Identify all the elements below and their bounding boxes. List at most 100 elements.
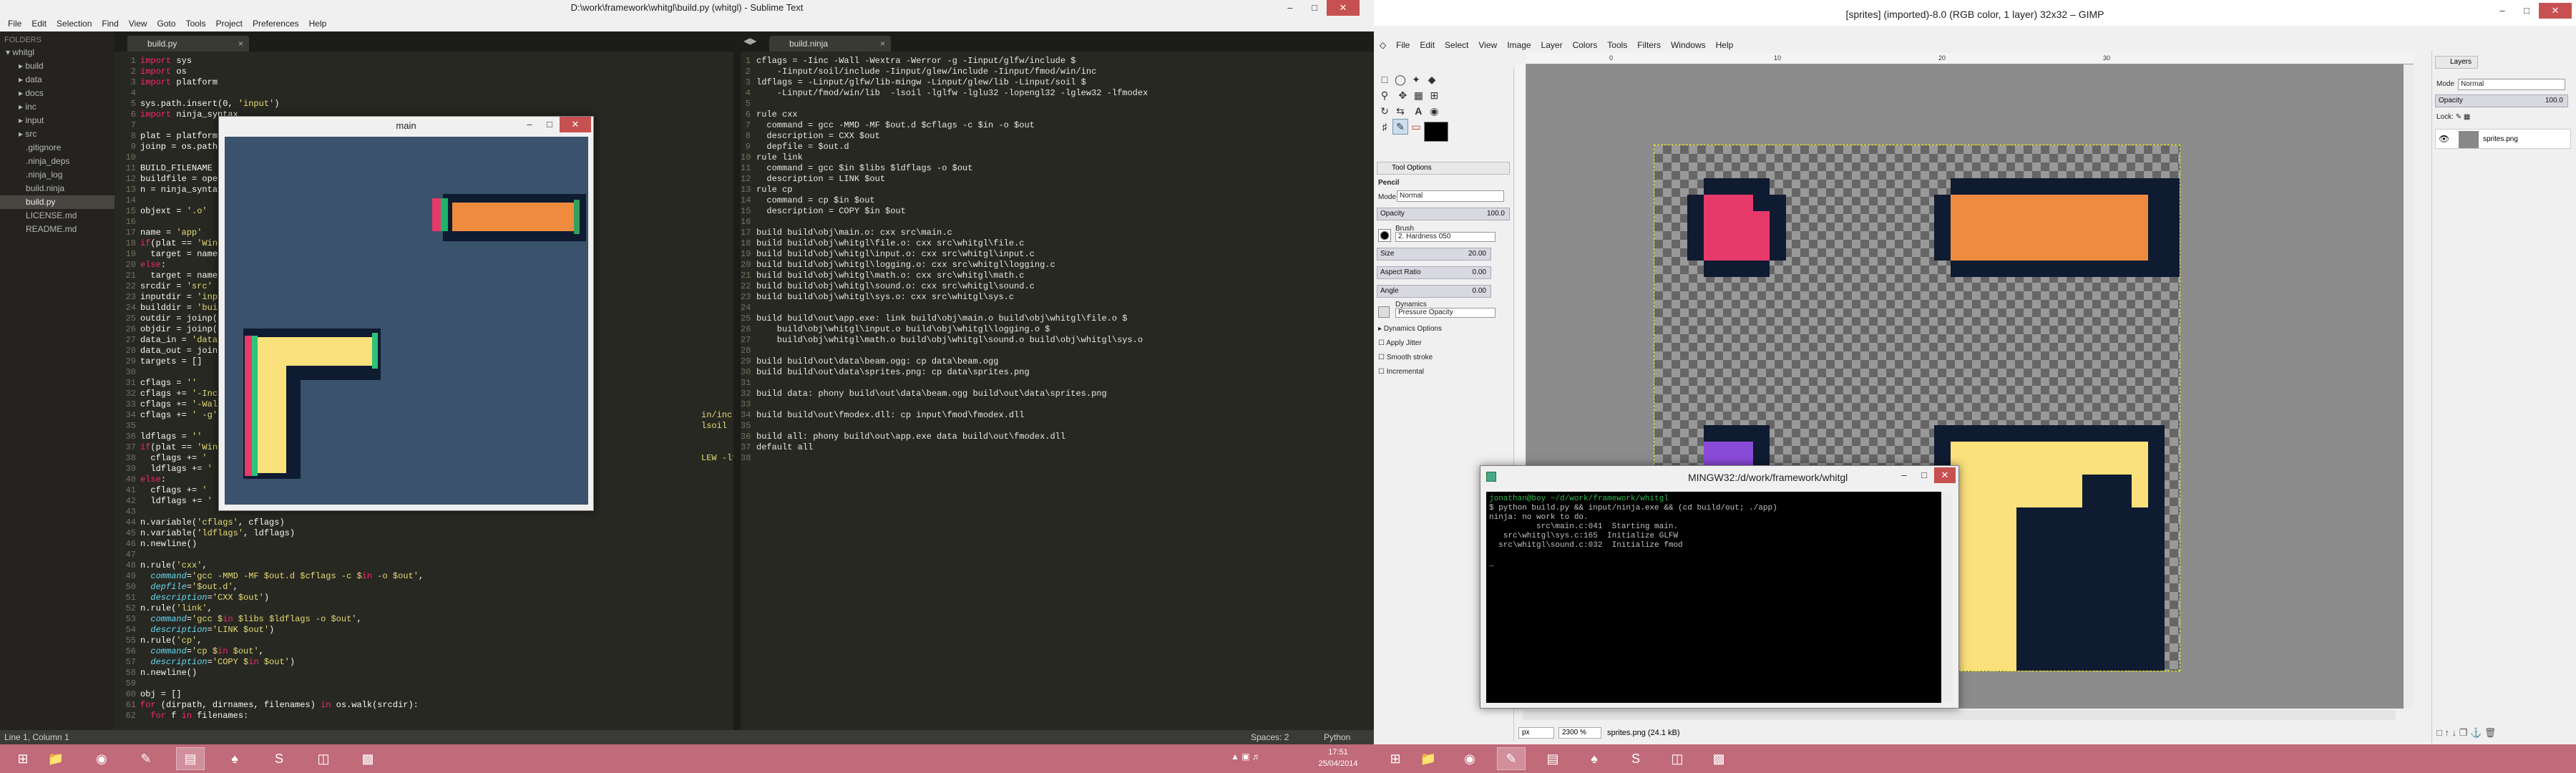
minimize-icon[interactable]: –	[1278, 0, 1302, 16]
menu-image[interactable]: Image	[1502, 40, 1536, 50]
status-spaces[interactable]: Spaces: 2	[1251, 730, 1289, 744]
menu-select[interactable]: Select	[1440, 40, 1473, 50]
maximize-icon[interactable]: □	[2514, 3, 2539, 19]
lock-pixels-icon[interactable]: ✎	[2456, 113, 2462, 121]
file-tree-item[interactable]: LICENSE.md	[0, 209, 114, 223]
app-icon[interactable]: ♠	[220, 747, 249, 770]
dynamics-options-expander[interactable]: ▸ Dynamics Options	[1377, 322, 1510, 336]
menu-edit[interactable]: Edit	[1415, 40, 1440, 50]
window-icon[interactable]: ◫	[309, 747, 338, 770]
file-tree-item[interactable]: ▸ input	[0, 114, 114, 127]
minimize-icon[interactable]: –	[519, 117, 540, 132]
menu-goto[interactable]: Goto	[152, 19, 181, 29]
menu-file[interactable]: File	[1391, 40, 1415, 50]
crop-icon[interactable]: ⊞	[1426, 87, 1442, 103]
menu-tools[interactable]: Tools	[181, 19, 211, 29]
smooth-stroke-checkbox[interactable]: ☐ Smooth stroke	[1377, 351, 1510, 365]
file-tree-item[interactable]: ▸ build	[0, 59, 114, 73]
tab-build-ninja[interactable]: build.ninja ×	[769, 36, 891, 52]
terminal-icon[interactable]: ▩	[1704, 747, 1733, 770]
menu-view[interactable]: View	[124, 19, 152, 29]
close-icon[interactable]: ✕	[1327, 0, 1360, 16]
sublime-icon[interactable]: ▤	[176, 747, 205, 770]
layers-footer-icons[interactable]: □ ↑ ↓ ❐ ⚓ 🗑	[2436, 727, 2496, 739]
brush-name-field[interactable]: 2. Hardness 050	[1395, 232, 1496, 242]
dynamics-field[interactable]: Pressure Opacity	[1395, 308, 1496, 318]
status-syntax[interactable]: Python	[1324, 730, 1350, 744]
flip-icon[interactable]: ⇆	[1392, 103, 1408, 119]
menu-find[interactable]: Find	[97, 19, 123, 29]
explorer-icon[interactable]: 📁	[1414, 747, 1443, 770]
file-tree-item[interactable]: .ninja_log	[0, 168, 114, 182]
file-tree-item[interactable]: ▸ inc	[0, 100, 114, 114]
mingw-window[interactable]: MINGW32:/d/work/framework/whitgl – □ ✕ j…	[1480, 465, 1959, 709]
angle-slider[interactable]: Angle 0.00	[1377, 285, 1491, 298]
file-tree-item[interactable]: .gitignore	[0, 141, 114, 155]
eye-icon[interactable]: 👁	[2439, 134, 2449, 144]
opacity-slider[interactable]: Opacity 100.0	[1377, 208, 1510, 220]
zoom-select[interactable]: 2300 %	[1558, 727, 1601, 739]
chrome-icon[interactable]: ◉	[1455, 747, 1484, 770]
windows-start-icon[interactable]: ⊞	[1381, 747, 1410, 770]
menu-file[interactable]: File	[3, 19, 26, 29]
windows-start-icon[interactable]: ⊞	[9, 747, 37, 770]
file-tree-item[interactable]: build.ninja	[0, 182, 114, 195]
minimize-icon[interactable]: –	[1894, 467, 1914, 483]
minimize-icon[interactable]: –	[2490, 3, 2514, 19]
move-icon[interactable]: ✥	[1395, 87, 1410, 103]
gimp-icon[interactable]: ✎	[132, 747, 160, 770]
layers-mode-select[interactable]: Normal	[2458, 79, 2565, 90]
mode-select[interactable]: Normal	[1397, 190, 1504, 202]
menu-preferences[interactable]: Preferences	[248, 19, 304, 29]
menu-filters[interactable]: Filters	[1632, 40, 1666, 50]
close-icon[interactable]: ✕	[2539, 3, 2572, 19]
menu-colors[interactable]: Colors	[1568, 40, 1603, 50]
tab-arrows-icon[interactable]: ◀▶	[743, 36, 756, 46]
maximize-icon[interactable]: □	[1914, 467, 1934, 483]
menu-view[interactable]: View	[1473, 40, 1502, 50]
close-icon[interactable]: ✕	[560, 117, 591, 132]
gimp-icon[interactable]: ✎	[1497, 747, 1526, 770]
file-tree-item[interactable]: .ninja_deps	[0, 155, 114, 168]
terminal-icon[interactable]: ▩	[353, 747, 382, 770]
size-slider[interactable]: Size 20.00	[1377, 248, 1491, 261]
game-window[interactable]: main – □ ✕	[218, 116, 594, 511]
file-tree-item[interactable]: ▾ whitgl	[0, 46, 114, 59]
menu-project[interactable]: Project	[211, 19, 248, 29]
tab-tool-options[interactable]: Tool Options	[1377, 162, 1510, 175]
menu-layer[interactable]: Layer	[1536, 40, 1568, 50]
lock-alpha-icon[interactable]: ▦	[2464, 113, 2470, 121]
tray-icons[interactable]: ▲ ▣ ♬	[1231, 752, 1261, 762]
pencil-icon[interactable]: ✎	[1392, 119, 1408, 135]
terminal-output[interactable]: jonathan@boy ~/d/work/framework/whitgl $ …	[1486, 492, 1941, 703]
tab-layers[interactable]: Layers	[2435, 56, 2478, 69]
aspect-slider[interactable]: Aspect Ratio 0.00	[1377, 266, 1491, 279]
file-tree-item[interactable]: ▸ data	[0, 73, 114, 87]
zoom-icon[interactable]: ⚲	[1377, 87, 1392, 103]
terminal-scrollbar[interactable]	[1941, 492, 1953, 703]
unit-select[interactable]: px	[1518, 727, 1554, 739]
bucket-icon[interactable]: ◉	[1426, 103, 1442, 119]
lasso-icon[interactable]: ◯	[1392, 72, 1408, 87]
menu-edit[interactable]: Edit	[26, 19, 52, 29]
menu-tools[interactable]: Tools	[1602, 40, 1632, 50]
sublime-icon[interactable]: ▤	[1538, 747, 1567, 770]
foreground-color-swatch[interactable]	[1424, 122, 1448, 142]
brush-preview-icon[interactable]	[1378, 229, 1391, 242]
file-tree-item[interactable]: ▸ docs	[0, 87, 114, 100]
file-tree-item[interactable]: ▸ src	[0, 127, 114, 141]
chrome-icon[interactable]: ◉	[87, 747, 116, 770]
clock[interactable]: 17:51 25/04/2014	[1309, 747, 1367, 769]
game-canvas[interactable]	[225, 137, 588, 505]
transform-icon[interactable]: ↻	[1377, 103, 1392, 119]
align-icon[interactable]: ▦	[1410, 87, 1426, 103]
app-icon[interactable]: ♠	[1580, 747, 1609, 770]
text-icon[interactable]: A	[1410, 103, 1426, 119]
horizontal-scrollbar[interactable]	[1523, 710, 2396, 720]
menu-help[interactable]: Help	[304, 19, 332, 29]
layer-row[interactable]: 👁 sprites.png	[2435, 129, 2571, 149]
heal-icon[interactable]: ♯	[1377, 119, 1392, 135]
close-icon[interactable]: ✕	[1934, 467, 1956, 483]
eraser-icon[interactable]: ▭	[1408, 119, 1424, 135]
skype-icon[interactable]: S	[265, 747, 293, 770]
